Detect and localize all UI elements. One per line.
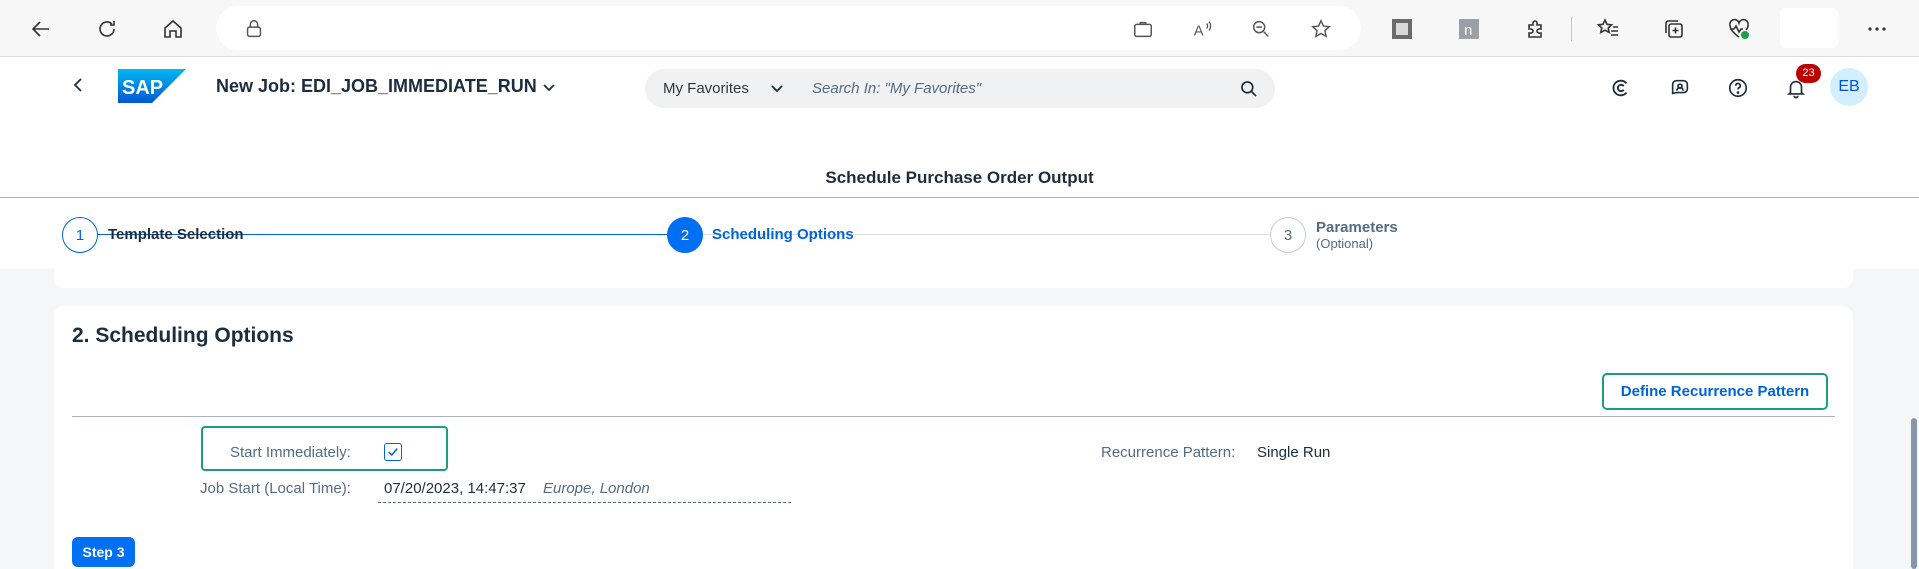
wizard-step-3-label[interactable]: Parameters <box>1316 219 1398 236</box>
puzzle-icon[interactable] <box>1517 10 1555 48</box>
back-icon[interactable] <box>22 10 60 48</box>
refresh-icon[interactable] <box>88 10 126 48</box>
avatar[interactable]: EB <box>1830 68 1868 106</box>
start-immediately-label: Start Immediately: <box>230 444 351 461</box>
previous-section-card <box>54 262 1853 288</box>
more-icon[interactable] <box>1858 10 1896 48</box>
job-start-field-underline <box>378 502 791 503</box>
help-icon[interactable] <box>1725 75 1751 101</box>
wizard-step-1-label[interactable]: Template Selection <box>108 226 244 243</box>
search-scope-select[interactable]: My Favorites <box>663 80 749 97</box>
feedback-icon[interactable] <box>1667 75 1693 101</box>
wizard-step-3-number[interactable]: 3 <box>1270 217 1306 253</box>
shell-bar: SAP New Job: EDI_JOB_IMMEDIATE_RUN My Fa… <box>0 57 1919 119</box>
extension-icon[interactable] <box>1383 10 1421 48</box>
joule-icon[interactable] <box>1608 75 1634 101</box>
recurrence-pattern-value: Single Run <box>1257 444 1331 461</box>
browser-toolbar: A n <box>0 0 1919 57</box>
step-3-button[interactable]: Step 3 <box>72 537 135 567</box>
job-start-timezone[interactable]: Europe, London <box>543 480 650 497</box>
briefcase-icon[interactable] <box>1129 15 1157 43</box>
svg-text:SAP: SAP <box>122 77 163 99</box>
toolbar-separator <box>1571 17 1572 41</box>
profile-button[interactable] <box>1780 8 1838 48</box>
collections-icon[interactable] <box>1655 10 1693 48</box>
app-title[interactable]: New Job: EDI_JOB_IMMEDIATE_RUN <box>216 76 537 97</box>
page-title: Schedule Purchase Order Output <box>825 168 1094 187</box>
chevron-down-icon[interactable] <box>770 82 784 96</box>
wizard-step-3-sublabel: (Optional) <box>1316 236 1374 251</box>
page-header: Schedule Purchase Order Output 1 Templat… <box>0 119 1919 269</box>
lock-icon[interactable] <box>240 15 268 43</box>
job-start-label: Job Start (Local Time): <box>200 480 351 497</box>
wizard-step-2-number[interactable]: 2 <box>667 217 703 253</box>
start-immediately-checkbox[interactable] <box>384 443 402 461</box>
form-divider <box>72 416 1835 417</box>
wizard-step-1-number[interactable]: 1 <box>62 217 98 253</box>
n-extension-icon[interactable]: n <box>1450 10 1488 48</box>
header-divider <box>0 197 1919 198</box>
address-bar[interactable]: A <box>216 6 1361 50</box>
chevron-down-icon[interactable] <box>542 81 556 95</box>
wizard-step-2-label[interactable]: Scheduling Options <box>712 226 854 243</box>
search-field[interactable]: My Favorites Search In: "My Favorites" <box>645 69 1275 108</box>
section-title: 2. Scheduling Options <box>72 324 294 347</box>
recurrence-pattern-label: Recurrence Pattern: <box>1101 444 1236 461</box>
favorite-star-icon[interactable] <box>1307 15 1335 43</box>
define-recurrence-pattern-button[interactable]: Define Recurrence Pattern <box>1602 373 1828 410</box>
job-start-value[interactable]: 07/20/2023, 14:47:37 <box>384 480 526 497</box>
health-icon[interactable] <box>1720 10 1758 48</box>
svg-text:n: n <box>1464 22 1472 39</box>
sap-logo[interactable]: SAP <box>118 69 186 103</box>
svg-text:A: A <box>1194 23 1204 39</box>
favorites-list-icon[interactable] <box>1589 10 1627 48</box>
search-input[interactable]: Search In: "My Favorites" <box>812 80 981 97</box>
home-icon[interactable] <box>154 10 192 48</box>
page-scrollbar[interactable] <box>1911 418 1917 569</box>
checkmark-icon <box>388 448 398 457</box>
search-icon[interactable] <box>1239 79 1259 99</box>
shell-back-icon[interactable] <box>66 73 90 97</box>
read-aloud-icon[interactable]: A <box>1188 15 1216 43</box>
notification-count-badge: 23 <box>1796 64 1821 83</box>
zoom-out-icon[interactable] <box>1247 15 1275 43</box>
